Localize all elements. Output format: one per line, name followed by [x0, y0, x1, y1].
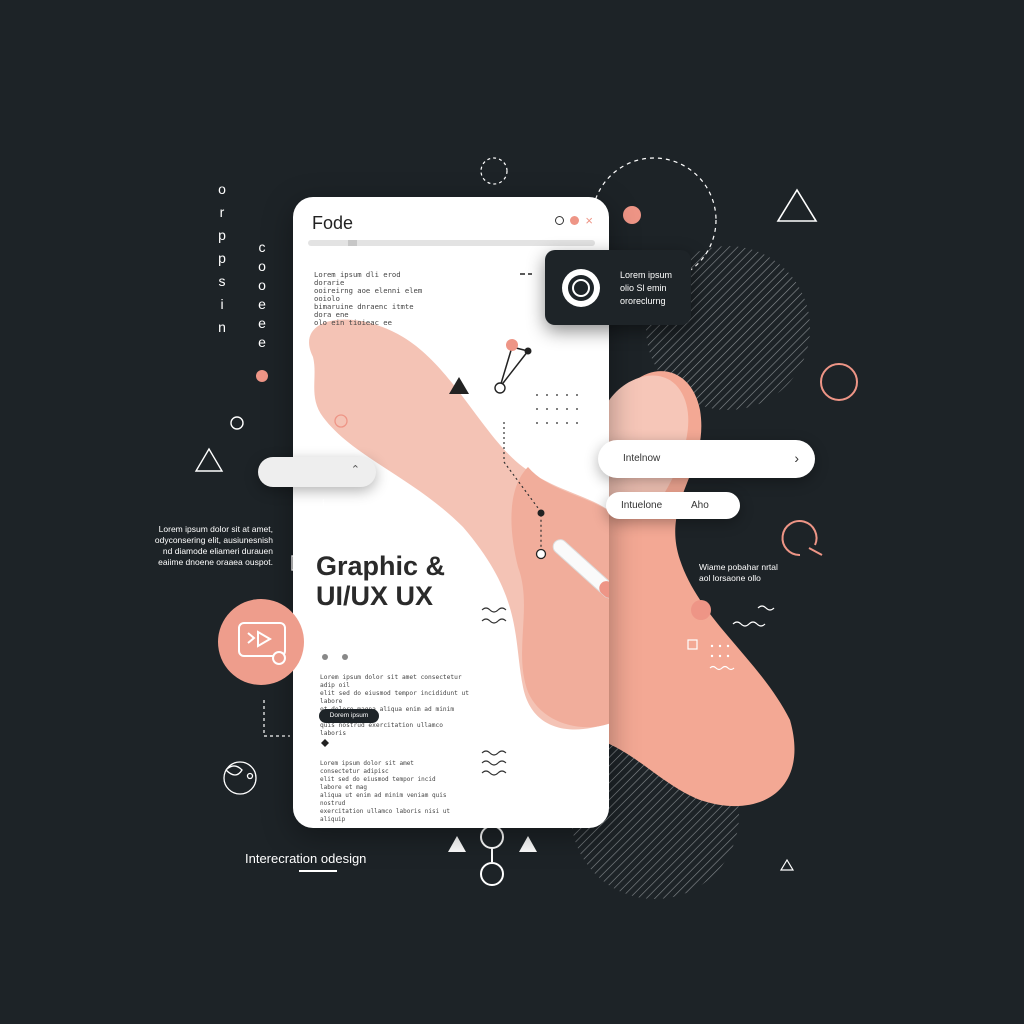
- salmon-arc-tail: [808, 547, 823, 556]
- triangle-filled-left: [448, 836, 466, 852]
- intro-line: Lorem ipsum dli erod dorarie: [314, 270, 401, 287]
- toggle-label: Intuelone: [621, 500, 663, 511]
- scroll-track[interactable]: [308, 240, 595, 246]
- footer-title: Interecration odesign: [245, 851, 367, 866]
- pill-hint: i: [322, 497, 325, 511]
- intro-line: ooireirng aoe elenni elem ooiolo: [314, 286, 423, 303]
- scroll-thumb[interactable]: [348, 240, 357, 246]
- vertical-letters-right: c o o e e e: [255, 238, 269, 352]
- body-line: elit sed do eiusmod tempor incididunt ut…: [320, 690, 470, 705]
- letter: p: [218, 250, 226, 266]
- intelnow-label: Intelnow: [623, 453, 661, 464]
- letter: n: [218, 319, 226, 335]
- intro-line: bimaruine dnraenc itmte dora ene: [314, 302, 414, 319]
- right-description-line: aol lorsaone ollo: [699, 573, 761, 583]
- salmon-dot-left: [256, 370, 268, 382]
- headline-line: UI/UX UX: [316, 581, 434, 611]
- chevron-up-icon: ⌃: [350, 464, 360, 476]
- footer-paragraph: Lorem ipsum dolor sit amet consectetur a…: [320, 760, 455, 824]
- letter: o: [258, 258, 266, 274]
- letter: s: [218, 273, 226, 289]
- graph-node-salmon: [506, 339, 518, 351]
- left-description-line: odyconsering elit, ausiunesnish: [154, 535, 273, 545]
- letter: o: [258, 277, 266, 293]
- letter: p: [218, 227, 226, 243]
- footer-line: Lorem ipsum dolor sit amet consectetur a…: [320, 760, 414, 775]
- dashed-circle-small: [480, 157, 508, 185]
- salmon-ring: [820, 363, 858, 401]
- card-line: olio Sl emin: [620, 283, 667, 293]
- collapse-pill[interactable]: ⌃: [258, 457, 376, 487]
- minimize-circle-icon[interactable]: [555, 216, 565, 225]
- white-ring-left: [230, 416, 244, 430]
- footer-line: aliqua ut enim ad minim veniam quis nost…: [320, 792, 447, 807]
- chevron-right-icon: ›: [794, 450, 799, 466]
- letter: e: [258, 334, 266, 350]
- body-line: Lorem ipsum dolor sit amet consectetur a…: [320, 674, 462, 689]
- hero-headline: Graphic & UI/UX UX: [316, 551, 445, 611]
- salmon-dot-top: [623, 206, 641, 224]
- letter: c: [258, 239, 266, 255]
- intro-line: olo ein tioieac ee: [314, 318, 392, 327]
- play-video-icon: [238, 622, 286, 665]
- keyhole-connector: [480, 825, 504, 886]
- letter: o: [218, 181, 226, 197]
- triangle-outline-top-right: [776, 188, 818, 222]
- salmon-dot-right: [691, 600, 711, 620]
- toggle-value: Aho: [691, 500, 709, 511]
- intelnow-pill[interactable]: Intelnow ›: [598, 440, 815, 478]
- toggle-pill[interactable]: Intuelone Aho: [606, 492, 740, 519]
- dashed-bracket: [263, 700, 290, 737]
- triangle-outline-left: [194, 447, 224, 472]
- record-card-text: Lorem ipsum olio Sl emin ororeclurng: [620, 269, 672, 308]
- letter: e: [258, 296, 266, 312]
- letter: e: [258, 315, 266, 331]
- left-description: Lorem ipsum dolor sit at amet, odyconser…: [137, 524, 273, 568]
- letter: r: [219, 204, 225, 220]
- left-description-line: eaiime dnoene oraaea ouspot.: [158, 557, 273, 567]
- play-badge[interactable]: [218, 599, 304, 685]
- triangle-outline-small: [779, 858, 795, 871]
- headline-line: Graphic &: [316, 551, 446, 581]
- footer-line: exercitation ullamco laboris nisi ut ali…: [320, 808, 451, 823]
- carousel-dot[interactable]: [342, 654, 348, 660]
- squiggle-right-2: [757, 605, 775, 611]
- body-paragraph: Lorem ipsum dolor sit amet consectetur a…: [320, 674, 470, 738]
- body-line: quis nostrud exercitation ullamco labori…: [320, 722, 443, 737]
- vertical-letters-left: o r p p s i n: [215, 178, 229, 339]
- record-icon: [562, 269, 600, 307]
- squiggle-right-1: [732, 621, 766, 627]
- footer-underline: [299, 870, 337, 872]
- app-title: Fode: [312, 213, 354, 233]
- triangle-filled-right: [519, 836, 537, 852]
- card-line: ororeclurng: [620, 296, 666, 306]
- card-line: Lorem ipsum: [620, 270, 673, 280]
- letter: i: [220, 296, 224, 312]
- window-controls: ×: [555, 214, 593, 227]
- right-description: Wiame pobahar nrtal aol lorsaone ollo: [699, 562, 799, 584]
- footer-line: elit sed do eiusmod tempor incid labore …: [320, 776, 436, 791]
- cta-button[interactable]: Dorem ipsum: [319, 709, 379, 723]
- carousel-dot[interactable]: [322, 654, 328, 660]
- record-card[interactable]: Lorem ipsum olio Sl emin ororeclurng: [545, 250, 691, 325]
- artboard: Fode × Lorem ipsum dli erod dorarie ooir…: [0, 0, 1024, 1024]
- right-description-line: Wiame pobahar nrtal: [699, 562, 778, 572]
- intro-paragraph: Lorem ipsum dli erod dorarie ooireirng a…: [314, 271, 434, 327]
- left-description-line: nd diamode eliameri durauen: [162, 546, 273, 556]
- left-description-line: Lorem ipsum dolor sit at amet,: [158, 524, 273, 534]
- maximize-circle-icon[interactable]: [570, 216, 580, 225]
- close-icon[interactable]: ×: [585, 214, 593, 227]
- refresh-leaf-icon: [223, 761, 257, 795]
